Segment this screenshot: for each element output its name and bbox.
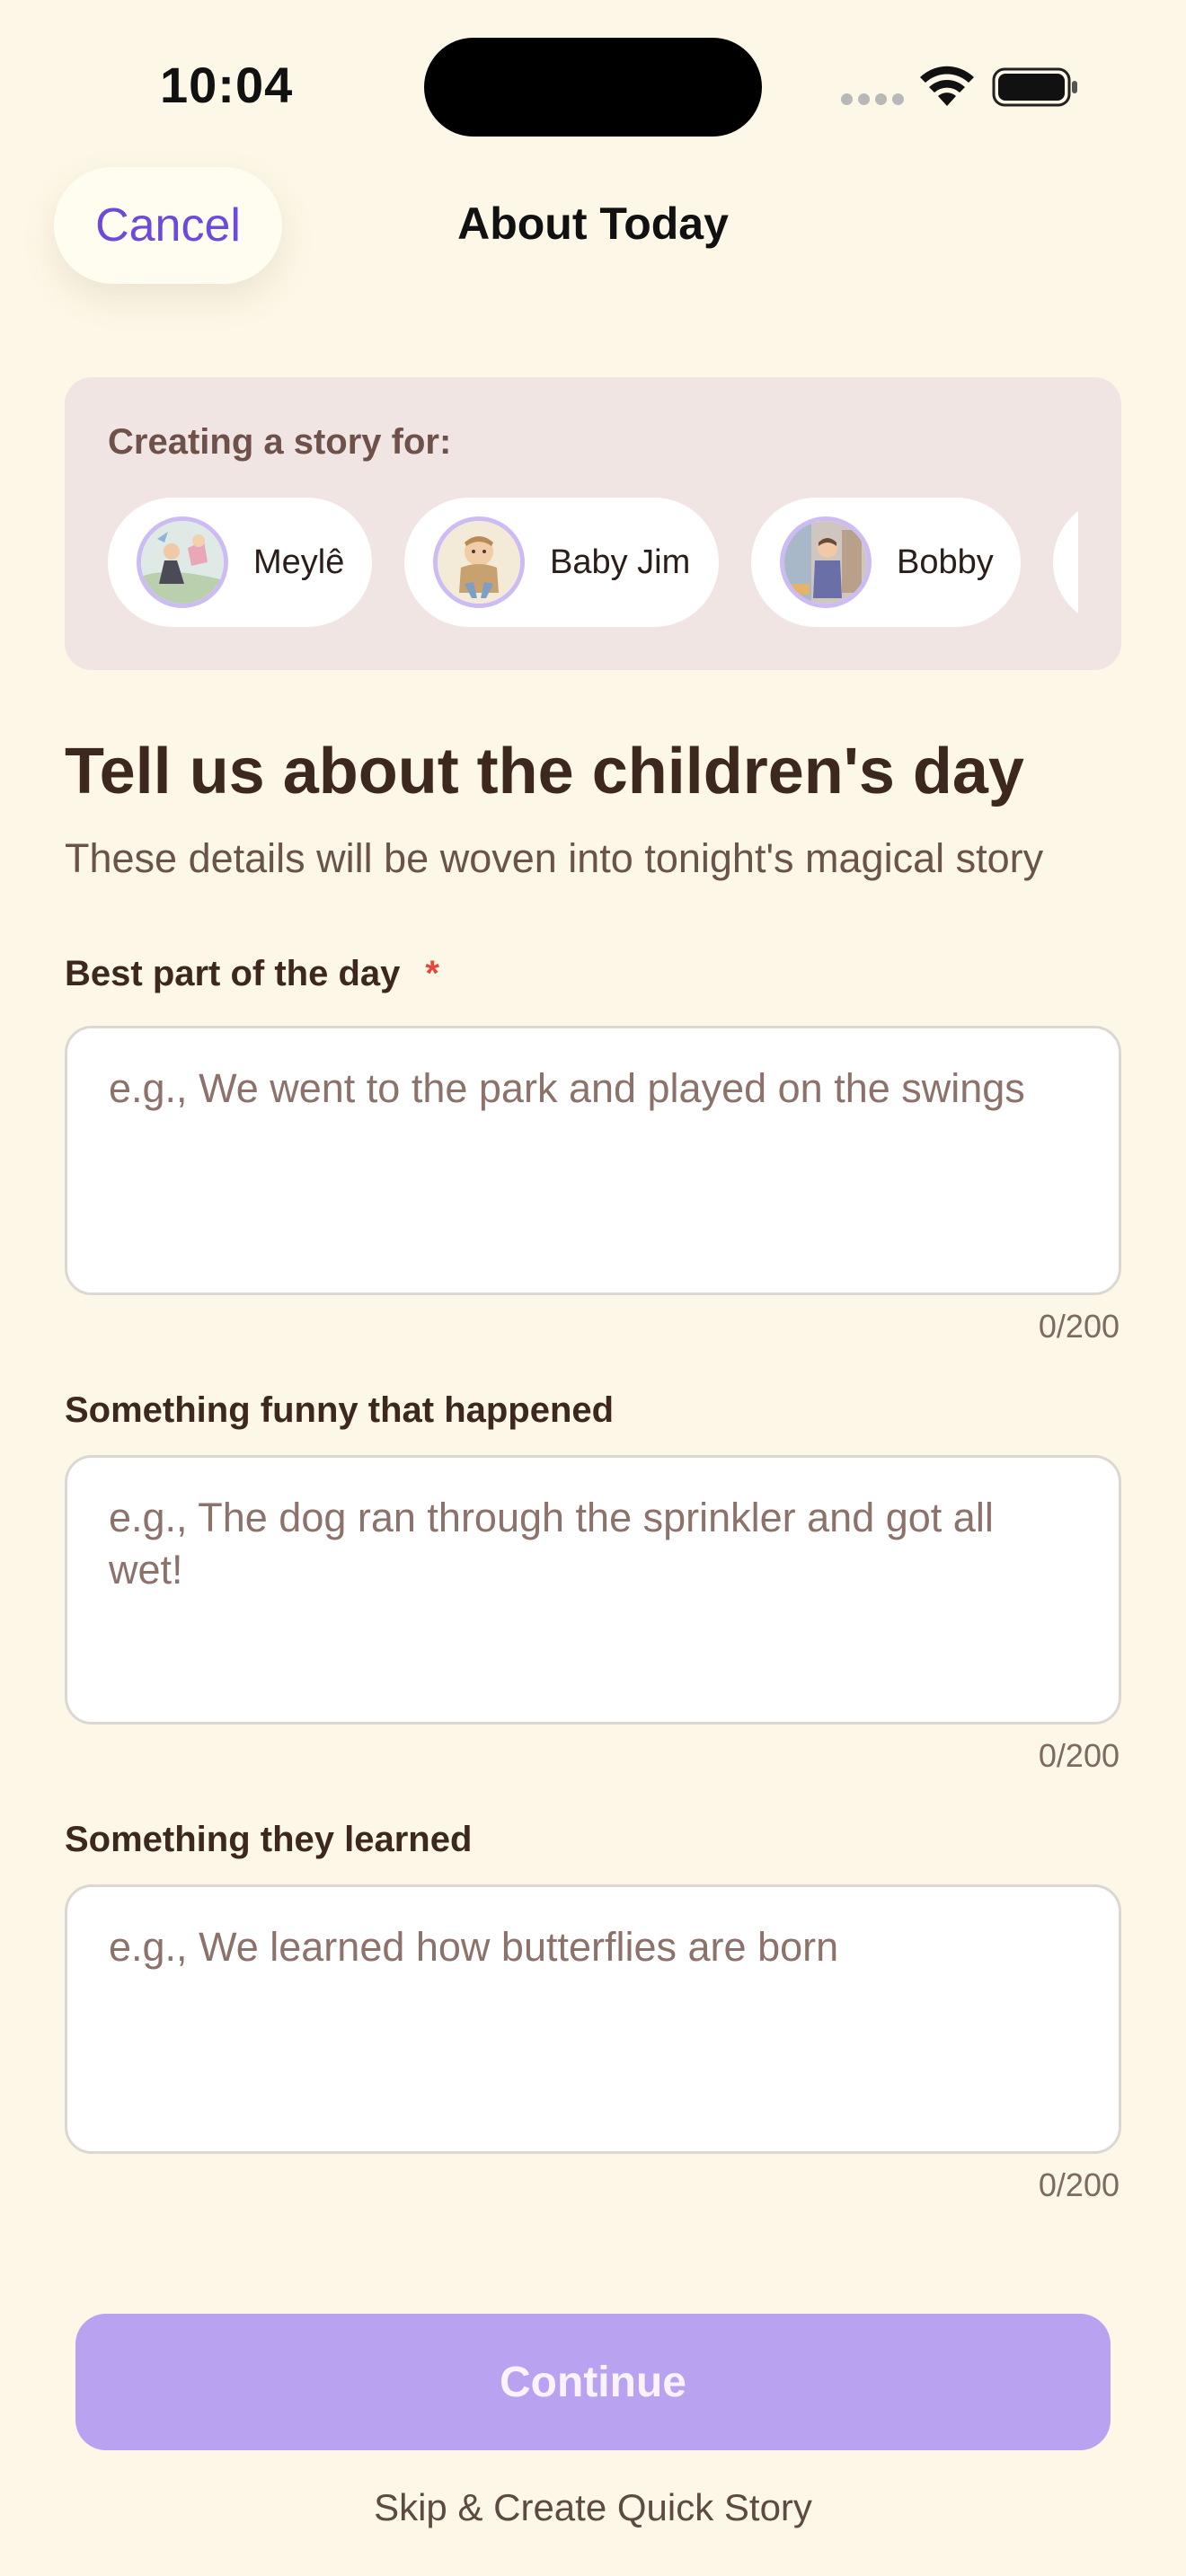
- learned-input[interactable]: e.g., We learned how butterflies are bor…: [65, 1884, 1121, 2154]
- char-counter: 0/200: [1038, 1308, 1120, 1345]
- child-chip[interactable]: [1053, 498, 1078, 627]
- best-part-input[interactable]: e.g., We went to the park and played on …: [65, 1026, 1121, 1295]
- child-chip-row[interactable]: Meylê Baby Jim Bobby: [108, 498, 1078, 627]
- child-name: Baby Jim: [550, 543, 691, 581]
- continue-button[interactable]: Continue: [75, 2314, 1111, 2450]
- best-part-label: Best part of the day *: [65, 954, 439, 994]
- cancel-button[interactable]: Cancel: [54, 167, 282, 284]
- funny-moment-label: Something funny that happened: [65, 1390, 615, 1430]
- section-subheading: These details will be woven into tonight…: [65, 835, 1044, 881]
- child-chip[interactable]: Meylê: [108, 498, 372, 627]
- char-counter: 0/200: [1038, 1737, 1120, 1774]
- child-chip[interactable]: Baby Jim: [404, 498, 719, 627]
- story-for-card: Creating a story for: Meylê Baby Jim Bob…: [65, 377, 1121, 670]
- status-bar: 10:04: [0, 0, 1186, 171]
- avatar: [433, 516, 525, 608]
- field-placeholder: e.g., The dog ran through the sprinkler …: [109, 1495, 994, 1592]
- section-heading: Tell us about the children's day: [65, 736, 1024, 807]
- funny-moment-input[interactable]: e.g., The dog ran through the sprinkler …: [65, 1455, 1121, 1725]
- status-time: 10:04: [160, 57, 294, 113]
- field-label-text: Best part of the day: [65, 954, 401, 993]
- learned-label: Something they learned: [65, 1820, 473, 1859]
- page-title: About Today: [457, 198, 729, 249]
- child-name: Bobby: [897, 543, 994, 581]
- avatar: [780, 516, 872, 608]
- field-placeholder: e.g., We learned how butterflies are bor…: [109, 1924, 839, 1970]
- wifi-icon: [920, 66, 974, 106]
- child-chip[interactable]: Bobby: [751, 498, 1021, 627]
- char-counter: 0/200: [1038, 2166, 1120, 2203]
- field-placeholder: e.g., We went to the park and played on …: [109, 1065, 1025, 1111]
- dynamic-island: [424, 38, 762, 137]
- required-mark: *: [425, 954, 439, 993]
- signal-dots-icon: [841, 93, 904, 106]
- story-for-label: Creating a story for:: [108, 422, 452, 462]
- skip-quick-story-link[interactable]: Skip & Create Quick Story: [0, 2486, 1186, 2529]
- child-name: Meylê: [253, 543, 345, 581]
- avatar: [137, 516, 228, 608]
- battery-icon: [992, 67, 1077, 107]
